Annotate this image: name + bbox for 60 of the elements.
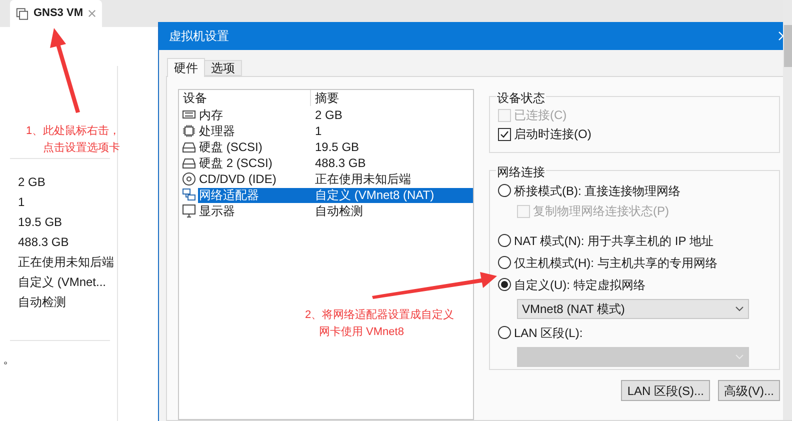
radio-label: NAT 模式(N): 用于共享主机的 IP 地址: [514, 232, 714, 250]
column-header: 摘要: [314, 90, 339, 106]
dialog-title: 虚拟机设置: [169, 28, 229, 45]
device-summary[interactable]: 1: [311, 124, 473, 138]
tab-title: GNS3 VM: [33, 6, 83, 22]
device-name[interactable]: 显示器: [198, 204, 311, 218]
dialog-button[interactable]: 高级(V)...: [718, 380, 780, 401]
device-summary[interactable]: 正在使用未知后端: [311, 172, 473, 186]
device-summary[interactable]: 19.5 GB: [311, 140, 473, 154]
group-title: 网络连接: [496, 163, 546, 181]
checkbox-label: 启动时连接(O): [514, 126, 592, 143]
summary-value: 正在使用未知后端: [18, 254, 114, 271]
annotation-text: 点击设置选项卡: [43, 140, 120, 156]
summary-value: 488.3 GB: [18, 234, 70, 251]
device-name[interactable]: 处理器: [198, 124, 311, 138]
checkbox-label: 已连接(C): [514, 107, 567, 124]
device-name[interactable]: 内存: [198, 108, 311, 122]
dialog-button[interactable]: LAN 区段(S)...: [621, 380, 710, 401]
radio-label: LAN 区段(L):: [514, 324, 583, 342]
chevron-down-icon: [735, 306, 744, 312]
radio-button[interactable]: [498, 326, 511, 339]
device-name[interactable]: CD/DVD (IDE): [198, 172, 311, 186]
tab[interactable]: 硬件: [167, 58, 205, 77]
device-summary[interactable]: 自动检测: [311, 204, 473, 218]
device-summary[interactable]: 自定义 (VMnet8 (NAT): [311, 188, 473, 202]
radio-label: 仅主机模式(H): 与主机共享的专用网络: [514, 254, 718, 272]
annotation-text: 2、将网络适配器设置成自定义: [305, 308, 454, 323]
checkbox-label: 复制物理网络连接状态(P): [533, 203, 669, 220]
device-name[interactable]: 硬盘 2 (SCSI): [198, 156, 311, 170]
radio-label: 桥接模式(B): 直接连接物理网络: [514, 182, 681, 200]
app-tab[interactable]: GNS3 VM: [10, 0, 102, 27]
network-icon: [182, 188, 196, 202]
radio-button[interactable]: [498, 278, 511, 291]
radio-button[interactable]: [498, 234, 511, 247]
monitor-icon: [182, 204, 196, 218]
close-icon[interactable]: [88, 9, 96, 18]
radio-button[interactable]: [498, 184, 511, 197]
summary-value: 自定义 (VMnet...: [18, 274, 108, 291]
summary-value: 1: [18, 194, 26, 211]
annotation-text: 网卡使用 VMnet8: [319, 325, 404, 340]
dropdown[interactable]: VMnet8 (NAT 模式): [517, 299, 749, 319]
column-header: 设备: [179, 90, 311, 106]
stray-mark: 。: [3, 351, 15, 368]
annotation-text: 1、此处鼠标右击，: [26, 124, 120, 139]
summary-value: 2 GB: [18, 174, 46, 191]
radio-label: 自定义(U): 特定虚拟网络: [514, 276, 646, 294]
chevron-down-icon: [735, 354, 744, 360]
device-name[interactable]: 硬盘 (SCSI): [198, 140, 311, 154]
chip-icon: [182, 124, 196, 138]
windows-icon: [16, 6, 28, 20]
tab[interactable]: 选项: [205, 60, 242, 76]
device-name[interactable]: 网络适配器: [198, 188, 311, 202]
summary-value: 19.5 GB: [18, 214, 64, 231]
device-summary[interactable]: 2 GB: [311, 108, 473, 122]
disc-icon: [182, 172, 196, 186]
group-title: 设备状态: [496, 89, 546, 107]
device-summary[interactable]: 488.3 GB: [311, 156, 473, 170]
checkbox[interactable]: [498, 128, 511, 140]
summary-value: 自动检测: [18, 294, 67, 311]
radio-button[interactable]: [498, 256, 511, 269]
